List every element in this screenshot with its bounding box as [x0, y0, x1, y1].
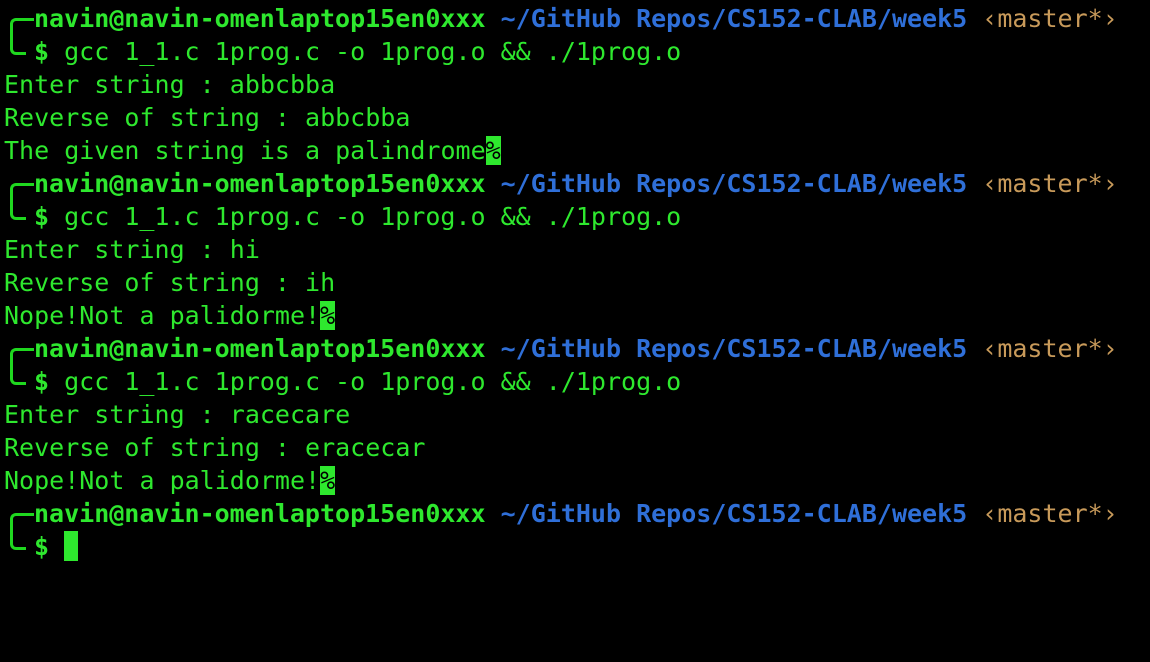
no-newline-marker: % — [320, 301, 336, 330]
output-line: Nope!Not a palidorme!% — [0, 464, 1150, 497]
git-branch: ‹master*› — [982, 334, 1118, 363]
prompt-corner-top — [10, 348, 34, 365]
output-text: The given string is a palindrome — [4, 136, 486, 165]
prompt-corner-top — [10, 18, 34, 35]
prompt-header: navin@navin-omenlaptop15en0xxx ~/GitHub … — [0, 332, 1150, 365]
output-line: Nope!Not a palidorme!% — [0, 299, 1150, 332]
command-text: gcc 1_1.c 1prog.c -o 1prog.o && ./1prog.… — [64, 37, 682, 66]
no-newline-marker: % — [320, 466, 336, 495]
no-newline-marker: % — [485, 136, 501, 165]
git-branch: ‹master*› — [982, 499, 1118, 528]
prompt-command-line: $ gcc 1_1.c 1prog.c -o 1prog.o && ./1pro… — [0, 35, 1150, 68]
user-host: navin@navin-omenlaptop15en0xxx — [34, 169, 486, 198]
prompt-symbol: $ — [34, 37, 50, 66]
prompt-input-line[interactable]: $ — [0, 530, 1150, 563]
user-host: navin@navin-omenlaptop15en0xxx — [34, 4, 486, 33]
command-text: gcc 1_1.c 1prog.c -o 1prog.o && ./1prog.… — [64, 202, 682, 231]
command-text: gcc 1_1.c 1prog.c -o 1prog.o && ./1prog.… — [64, 367, 682, 396]
user-host: navin@navin-omenlaptop15en0xxx — [34, 499, 486, 528]
cwd-path: ~/GitHub Repos/CS152-CLAB/week5 — [500, 4, 968, 33]
output-line: Reverse of string : ih — [4, 268, 336, 297]
prompt-header: navin@navin-omenlaptop15en0xxx ~/GitHub … — [0, 497, 1150, 530]
terminal-window[interactable]: navin@navin-omenlaptop15en0xxx ~/GitHub … — [0, 0, 1150, 565]
output-text: Nope!Not a palidorme! — [4, 301, 321, 330]
prompt-symbol: $ — [34, 532, 50, 561]
cwd-path: ~/GitHub Repos/CS152-CLAB/week5 — [500, 334, 968, 363]
prompt-corner-top — [10, 513, 34, 530]
output-line: Enter string : hi — [4, 235, 260, 264]
output-line: Reverse of string : abbcbba — [4, 103, 411, 132]
prompt-header: navin@navin-omenlaptop15en0xxx ~/GitHub … — [0, 167, 1150, 200]
output-line: The given string is a palindrome% — [0, 134, 1150, 167]
prompt-header: navin@navin-omenlaptop15en0xxx ~/GitHub … — [0, 2, 1150, 35]
prompt-corner-bottom — [10, 530, 26, 550]
prompt-corner-bottom — [10, 200, 26, 220]
git-branch: ‹master*› — [982, 4, 1118, 33]
user-host: navin@navin-omenlaptop15en0xxx — [34, 334, 486, 363]
prompt-corner-bottom — [10, 35, 26, 55]
prompt-corner-bottom — [10, 365, 26, 385]
prompt-corner-top — [10, 183, 34, 200]
git-branch: ‹master*› — [982, 169, 1118, 198]
cwd-path: ~/GitHub Repos/CS152-CLAB/week5 — [500, 499, 968, 528]
output-line: Enter string : abbcbba — [4, 70, 336, 99]
output-text: Nope!Not a palidorme! — [4, 466, 321, 495]
prompt-command-line: $ gcc 1_1.c 1prog.c -o 1prog.o && ./1pro… — [0, 200, 1150, 233]
cwd-path: ~/GitHub Repos/CS152-CLAB/week5 — [500, 169, 968, 198]
prompt-command-line: $ gcc 1_1.c 1prog.c -o 1prog.o && ./1pro… — [0, 365, 1150, 398]
output-line: Enter string : racecare — [4, 400, 351, 429]
output-line: Reverse of string : eracecar — [4, 433, 426, 462]
prompt-symbol: $ — [34, 367, 50, 396]
text-cursor[interactable] — [64, 531, 79, 561]
prompt-symbol: $ — [34, 202, 50, 231]
